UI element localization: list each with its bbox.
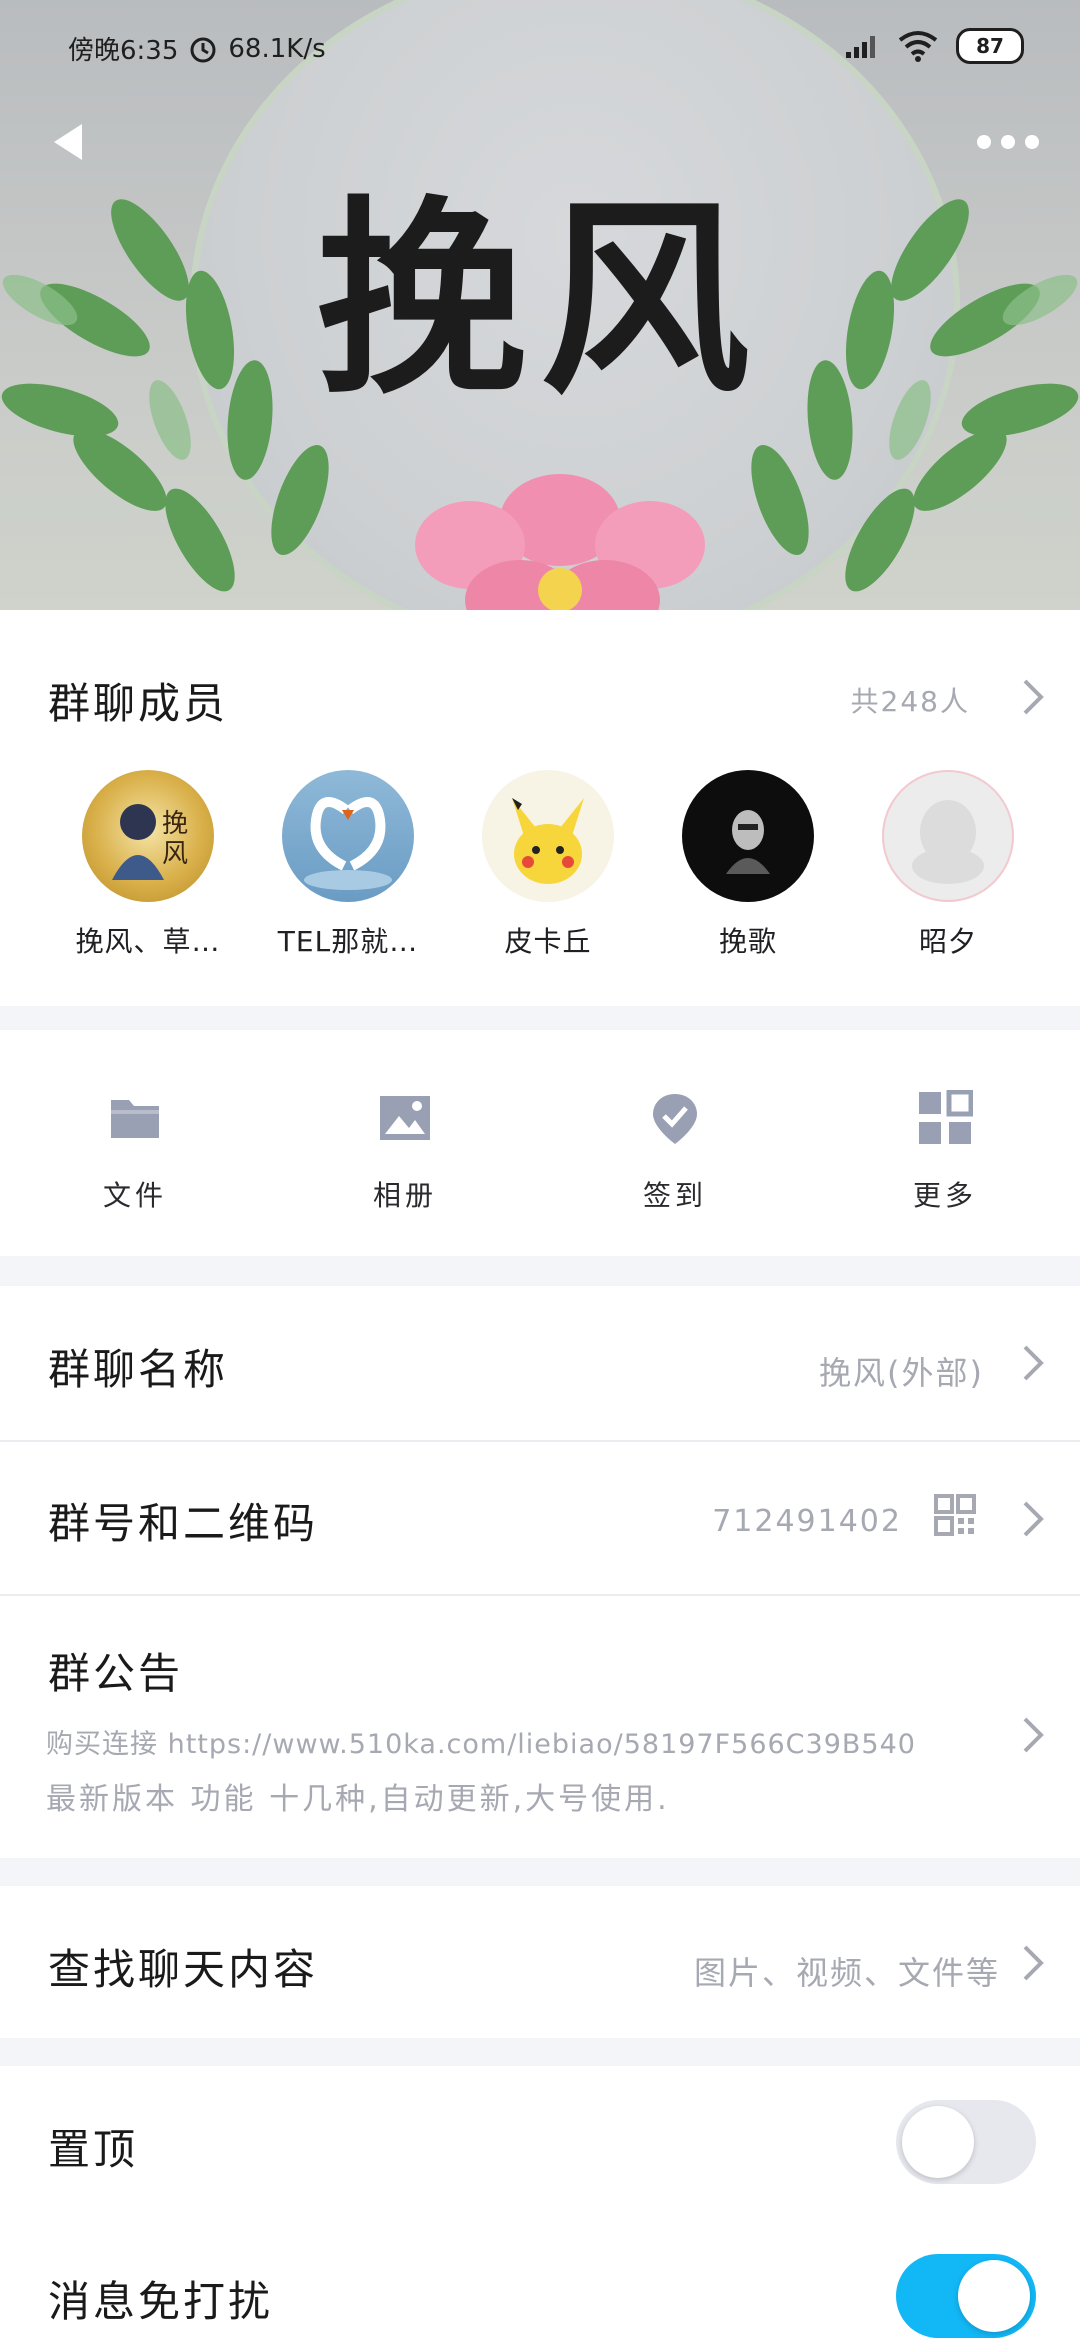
group-notice-row[interactable]: 群公告 购买连接 https://www.510ka.com/liebiao/5… [0,1596,1080,1858]
svg-text:挽: 挽 [162,809,188,839]
status-time: 傍晚6:35 [68,36,179,66]
member-name: 挽歌 [718,925,777,958]
members-count[interactable]: 共248人 [851,680,970,720]
status-net-speed: 68.1K/s [228,33,326,64]
member-item[interactable]: 昭夕 [848,770,1048,960]
avatar [282,770,414,902]
member-item[interactable]: 挽 风 挽风、草… [48,770,248,960]
member-name: 昭夕 [918,925,977,958]
member-name: TEL那就… [277,925,419,958]
group-notice-line1: 购买连接 https://www.510ka.com/liebiao/58197… [46,1729,916,1760]
image-icon [380,1096,430,1140]
wifi-icon [898,31,938,62]
pin-row: 置顶 [0,2066,1080,2218]
chevron-right-icon[interactable] [1022,678,1044,716]
tool-label: 相册 [372,1179,437,1212]
toggle-knob [902,2106,974,2178]
pin-label: 置顶 [48,2125,139,2174]
avatar: 挽 风 [82,770,214,902]
group-tools-bar: 文件 相册 签到 更多 [0,1030,1080,1256]
avatar [682,770,814,902]
mute-label: 消息免打扰 [48,2277,274,2326]
group-notice-line2: 最新版本 功能 十几种,自动更新,大号使用. [46,1782,670,1817]
member-list: 挽 风 挽风、草… TEL那就… 皮卡丘 挽歌 昭夕 [48,770,1048,960]
qr-code-icon [934,1494,976,1536]
tool-label: 更多 [912,1179,977,1212]
group-info-section: 群聊名称 挽风(外部) 群号和二维码 712491402 群公告 购买连接 ht… [0,1286,1080,1858]
group-cover-banner[interactable]: 挽风 傍晚6:35 68.1K/s 87 [0,0,1080,610]
avatar [482,770,614,902]
tool-more[interactable]: 更多 [855,1090,1035,1214]
group-name-label: 群聊名称 [48,1345,229,1394]
tool-label: 签到 [642,1179,707,1212]
member-item[interactable]: 皮卡丘 [448,770,648,960]
group-name-row[interactable]: 群聊名称 挽风(外部) [0,1286,1080,1440]
group-id-label: 群号和二维码 [48,1499,319,1548]
folder-icon [111,1100,159,1138]
tool-checkin[interactable]: 签到 [585,1090,765,1214]
member-name: 皮卡丘 [504,925,592,958]
grid-icon [919,1090,973,1144]
mute-toggle[interactable] [896,2254,1036,2338]
search-chat-row[interactable]: 查找聊天内容 图片、视频、文件等 [0,1886,1080,2038]
mute-row: 消息免打扰 [0,2218,1080,2340]
status-bar: 傍晚6:35 68.1K/s 87 [0,0,1080,96]
chevron-right-icon [1023,1945,1044,1981]
battery-level: 87 [976,34,1004,58]
member-item[interactable]: 挽歌 [648,770,848,960]
tool-album[interactable]: 相册 [315,1090,495,1214]
signal-icon [846,36,875,58]
members-title: 群聊成员 [48,679,229,728]
search-chat-hint: 图片、视频、文件等 [693,1954,1000,1992]
back-arrow-icon[interactable] [48,120,88,164]
svg-text:风: 风 [162,839,188,869]
group-notice-label: 群公告 [48,1649,184,1698]
alarm-icon [190,37,216,62]
chevron-right-icon [1023,1345,1044,1381]
avatar [882,770,1014,902]
group-id-value: 712491402 [712,1504,902,1539]
group-id-row[interactable]: 群号和二维码 712491402 [0,1442,1080,1594]
tool-files[interactable]: 文件 [45,1090,225,1214]
checkin-icon [653,1094,697,1144]
member-item[interactable]: TEL那就… [248,770,448,960]
member-name: 挽风、草… [75,925,221,958]
group-name-value: 挽风(外部) [819,1354,984,1392]
toggle-knob [958,2260,1030,2332]
more-options-icon[interactable] [976,132,1040,152]
chevron-right-icon [1023,1717,1044,1753]
tool-label: 文件 [102,1179,167,1212]
chevron-right-icon [1023,1501,1044,1537]
battery-indicator: 87 [956,28,1024,64]
pin-toggle[interactable] [896,2100,1036,2184]
cover-title-text: 挽风 [315,176,764,423]
search-chat-label: 查找聊天内容 [48,1945,319,1994]
settings-toggles-section: 置顶 消息免打扰 [0,2066,1080,2340]
